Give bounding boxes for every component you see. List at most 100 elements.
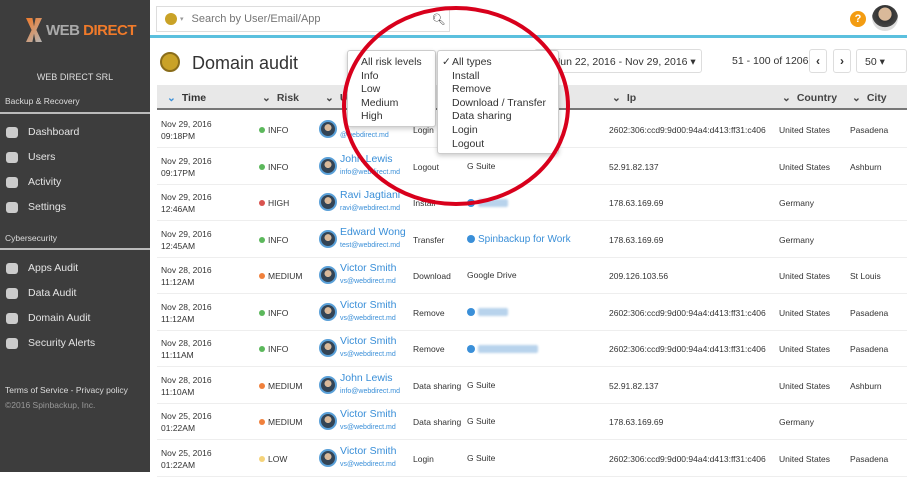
- logo: WEB DIRECT: [26, 18, 137, 42]
- type-option[interactable]: Download / Transfer: [452, 97, 558, 111]
- column-header-risk[interactable]: ⌄ Risk: [262, 92, 299, 104]
- user-name[interactable]: Victor Smith: [340, 335, 396, 347]
- country: United States: [779, 380, 831, 391]
- type-dropdown[interactable]: ✓ All types Install Remove Download / Transf…: [437, 50, 559, 154]
- user-name[interactable]: Victor Smith: [340, 408, 396, 420]
- table-row[interactable]: Nov 29, 2016 12:45AM INFO Edward Wong test@w…: [157, 222, 907, 258]
- next-page-button[interactable]: ›: [833, 49, 851, 73]
- org-selector-icon[interactable]: [165, 13, 177, 25]
- terms-link[interactable]: Terms of Service: [5, 385, 68, 395]
- user-email[interactable]: @webdirect.md: [340, 132, 389, 139]
- privacy-link[interactable]: Privacy policy: [76, 385, 128, 395]
- prev-page-button[interactable]: ‹: [809, 49, 827, 73]
- date: Nov 28, 2016: [161, 374, 212, 385]
- search-input[interactable]: [191, 13, 432, 25]
- sidebar-item-label: Dashboard: [28, 126, 80, 138]
- user-email[interactable]: ravi@webdirect.md: [340, 205, 400, 212]
- sidebar-item-apps-audit[interactable]: Apps Audit: [6, 262, 78, 274]
- sidebar-item-label: Apps Audit: [28, 262, 79, 274]
- user-avatar: [319, 229, 337, 248]
- user-name[interactable]: John Lewis: [340, 153, 393, 165]
- type-option[interactable]: Login: [452, 124, 558, 138]
- risk-option[interactable]: Low: [361, 83, 435, 97]
- column-header-country[interactable]: ⌄ Country: [782, 92, 837, 104]
- user-name[interactable]: Edward Wong: [340, 226, 406, 238]
- app[interactable]: Spinbackup for Work: [467, 234, 571, 245]
- per-page-select[interactable]: 50 ▾: [856, 49, 907, 73]
- date: Nov 29, 2016: [161, 228, 212, 239]
- sort-chevron-icon: ⌄: [167, 92, 176, 104]
- table-row[interactable]: Nov 28, 2016 11:12AM MEDIUM Victor Smith vs@…: [157, 258, 907, 294]
- user-avatar: [319, 193, 337, 211]
- app: G Suite: [467, 161, 495, 171]
- user-email[interactable]: vs@webdirect.md: [340, 315, 396, 322]
- sidebar-item-dashboard[interactable]: Dashboard: [6, 126, 79, 138]
- user-email[interactable]: vs@webdirect.md: [340, 351, 396, 358]
- sidebar-item-users[interactable]: Users: [6, 151, 55, 163]
- table-row[interactable]: Nov 28, 2016 11:11AM INFO Victor Smith vs@we…: [157, 331, 907, 367]
- table-row[interactable]: Nov 28, 2016 11:12AM INFO Victor Smith vs@we…: [157, 295, 907, 331]
- sidebar-item-label: Users: [28, 151, 56, 163]
- app: Google Drive: [467, 270, 517, 280]
- user-avatar[interactable]: [872, 5, 898, 31]
- risk-label: INFO: [268, 125, 289, 135]
- time: 12:45AM: [161, 240, 196, 251]
- logo-text-a: WEB: [46, 21, 84, 39]
- pagination-info: 51 - 100 of 1206: [732, 55, 809, 67]
- sidebar-item-domain-audit[interactable]: Domain Audit: [6, 312, 90, 324]
- section-backup: Backup & Recovery: [5, 96, 80, 106]
- user-email[interactable]: info@webdirect.md: [340, 169, 400, 176]
- search-icon[interactable]: 🔍︎: [432, 13, 446, 26]
- user-email[interactable]: vs@webdirect.md: [340, 461, 396, 468]
- risk-option[interactable]: Info: [361, 70, 435, 84]
- app-icon: [467, 308, 475, 317]
- sidebar-item-activity[interactable]: Activity: [6, 176, 61, 188]
- table-row[interactable]: Nov 29, 2016 12:46AM HIGH Ravi Jagtiani ravi…: [157, 185, 907, 221]
- app[interactable]: [467, 343, 538, 353]
- app[interactable]: [467, 197, 508, 207]
- search-box[interactable]: ▾ 🔍︎: [156, 6, 450, 32]
- sidebar-item-data-audit[interactable]: Data Audit: [6, 287, 76, 299]
- user-email[interactable]: test@webdirect.md: [340, 242, 400, 249]
- user-name[interactable]: Victor Smith: [340, 299, 396, 311]
- risk-level-dropdown[interactable]: All risk levels Info Low Medium High: [347, 50, 436, 127]
- user-name[interactable]: Victor Smith: [340, 445, 396, 457]
- app-icon: [467, 234, 475, 243]
- risk-dot-icon: [259, 200, 265, 206]
- risk-badge: HIGH: [259, 198, 289, 208]
- column-header-ip[interactable]: ⌄ Ip: [612, 92, 636, 104]
- date-range-picker[interactable]: Jun 22, 2016 - Nov 29, 2016 ▾: [534, 49, 702, 73]
- sidebar: WEB DIRECT WEB DIRECT SRL Backup & Recov…: [0, 0, 150, 472]
- risk-option[interactable]: Medium: [361, 97, 435, 111]
- column-header-city[interactable]: ⌄ City: [852, 92, 887, 104]
- type-option[interactable]: ✓ All types: [442, 56, 558, 70]
- risk-option[interactable]: High: [361, 110, 435, 124]
- sidebar-item-settings[interactable]: Settings: [6, 201, 66, 213]
- app: G Suite: [467, 416, 495, 426]
- app[interactable]: [467, 307, 508, 317]
- date: Nov 25, 2016: [161, 447, 212, 458]
- type-option[interactable]: Logout: [452, 138, 558, 152]
- user-name[interactable]: Ravi Jagtiani: [340, 189, 400, 201]
- user-email[interactable]: info@webdirect.md: [340, 388, 400, 395]
- user-name[interactable]: John Lewis: [340, 372, 393, 384]
- table-row[interactable]: Nov 25, 2016 01:22AM LOW Victor Smith vs@web…: [157, 441, 907, 477]
- action: Logout: [413, 161, 439, 172]
- app-icon: [467, 198, 475, 207]
- sidebar-item-security-alerts[interactable]: Security Alerts: [6, 337, 95, 349]
- time: 11:11AM: [161, 350, 194, 360]
- type-option[interactable]: Data sharing: [452, 110, 558, 124]
- risk-option[interactable]: All risk levels: [361, 56, 435, 70]
- user-email[interactable]: vs@webdirect.md: [340, 424, 396, 431]
- checkmark-icon: ✓: [442, 56, 451, 68]
- table-row[interactable]: Nov 25, 2016 01:22AM MEDIUM Victor Smith vs@…: [157, 404, 907, 440]
- type-option[interactable]: Install: [452, 70, 558, 84]
- sidebar-item-label: Domain Audit: [28, 312, 91, 324]
- user-name[interactable]: Victor Smith: [340, 262, 396, 274]
- user-email[interactable]: vs@webdirect.md: [340, 278, 396, 285]
- type-option[interactable]: Remove: [452, 83, 558, 97]
- help-icon[interactable]: ?: [850, 11, 866, 27]
- column-header-time[interactable]: ⌄ Time: [167, 92, 206, 104]
- table-row[interactable]: Nov 28, 2016 11:10AM MEDIUM John Lewis info@…: [157, 368, 907, 404]
- action: Transfer: [413, 234, 445, 245]
